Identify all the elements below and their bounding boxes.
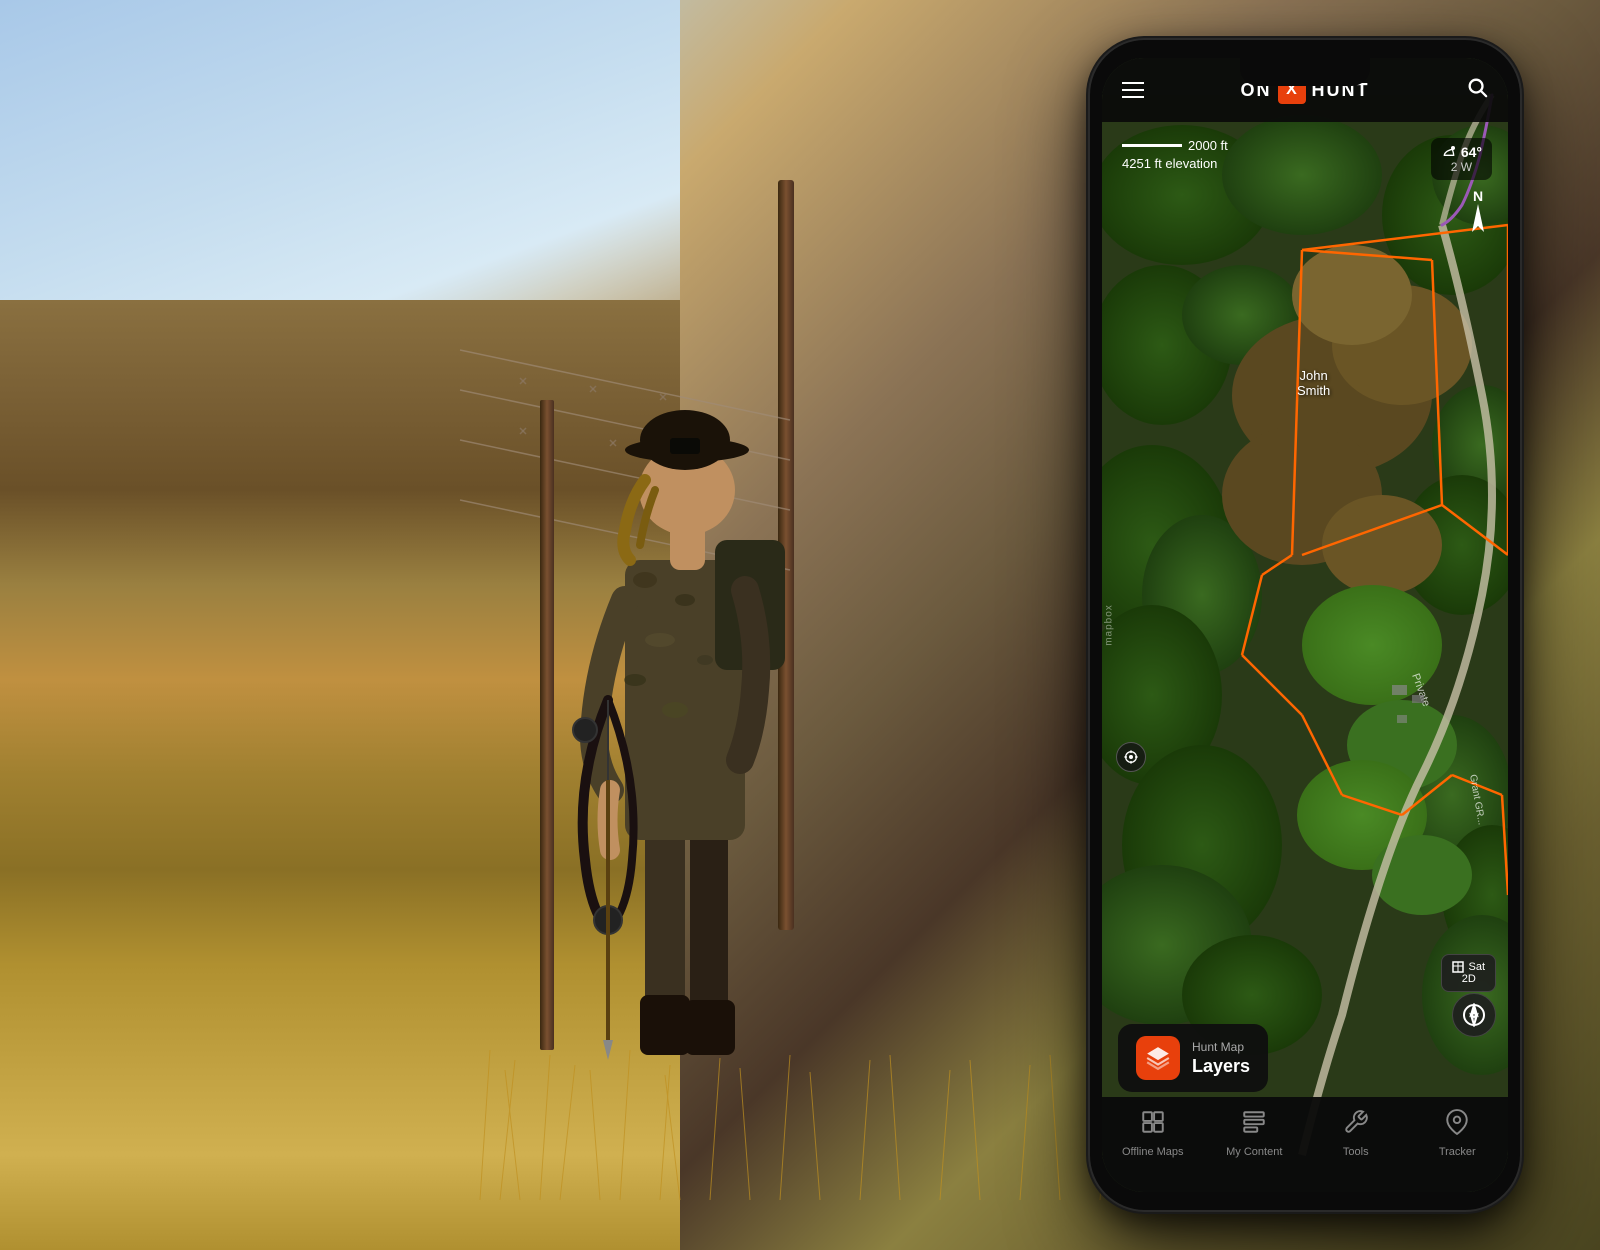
compass-n-label: N (1473, 188, 1483, 204)
scale-label: 2000 ft (1188, 138, 1228, 153)
phone-notch (1240, 58, 1370, 86)
compass-circle-icon (1462, 1003, 1486, 1027)
compass-arrow-icon (1468, 204, 1488, 234)
layers-stack-icon (1145, 1045, 1171, 1071)
location-icon (1123, 749, 1139, 765)
phone-screen: Private Grant GR... ON (1102, 58, 1508, 1192)
map-type-button[interactable]: Sat 2D (1441, 954, 1496, 992)
sat-icon (1452, 961, 1464, 973)
bottom-navigation: Offline Maps My Content (1102, 1097, 1508, 1192)
map-svg: Private Grant GR... (1102, 58, 1508, 1192)
location-button[interactable] (1116, 742, 1146, 772)
elevation-label: 4251 ft elevation (1122, 156, 1228, 171)
offline-maps-icon (1140, 1109, 1166, 1142)
nav-tools[interactable]: Tools (1305, 1109, 1407, 1158)
weather-icon (1441, 144, 1457, 160)
tracker-icon (1444, 1109, 1470, 1142)
nav-offline-maps[interactable]: Offline Maps (1102, 1109, 1204, 1158)
tracker-label: Tracker (1439, 1146, 1476, 1158)
menu-button[interactable] (1122, 82, 1144, 98)
my-content-icon (1241, 1109, 1267, 1142)
compass: N (1468, 188, 1488, 234)
map-scale: 2000 ft 4251 ft elevation (1122, 138, 1228, 171)
my-content-label: My Content (1226, 1146, 1282, 1158)
hunt-map-label: Hunt Map (1192, 1040, 1250, 1054)
tools-icon (1343, 1109, 1369, 1142)
view-2d-label: 2D (1452, 973, 1485, 985)
map-background[interactable]: Private Grant GR... (1102, 58, 1508, 1192)
layers-text-container: Hunt Map Layers (1192, 1040, 1250, 1077)
mapbox-watermark: mapbox (1103, 604, 1114, 646)
weather-temp: 64° (1461, 144, 1482, 160)
offline-maps-label: Offline Maps (1122, 1146, 1184, 1158)
phone-frame: Private Grant GR... ON (1090, 40, 1520, 1210)
nav-tracker[interactable]: Tracker (1407, 1109, 1509, 1158)
weather-wind: 2 W (1441, 160, 1482, 174)
weather-widget: 64° 2 W (1431, 138, 1492, 180)
land-owner-label: JohnSmith (1297, 368, 1330, 398)
phone-device: Private Grant GR... ON (1090, 40, 1520, 1210)
scale-bar-line (1122, 144, 1182, 147)
hunt-map-layers-button[interactable]: Hunt Map Layers (1118, 1024, 1268, 1092)
compass-circle-button[interactable] (1452, 993, 1496, 1037)
ground-layer (0, 300, 680, 1250)
sat-label: Sat (1468, 961, 1485, 973)
layers-label: Layers (1192, 1056, 1250, 1077)
search-button[interactable] (1466, 76, 1488, 104)
layers-icon-box (1136, 1036, 1180, 1080)
nav-my-content[interactable]: My Content (1204, 1109, 1306, 1158)
tools-label: Tools (1343, 1146, 1369, 1158)
